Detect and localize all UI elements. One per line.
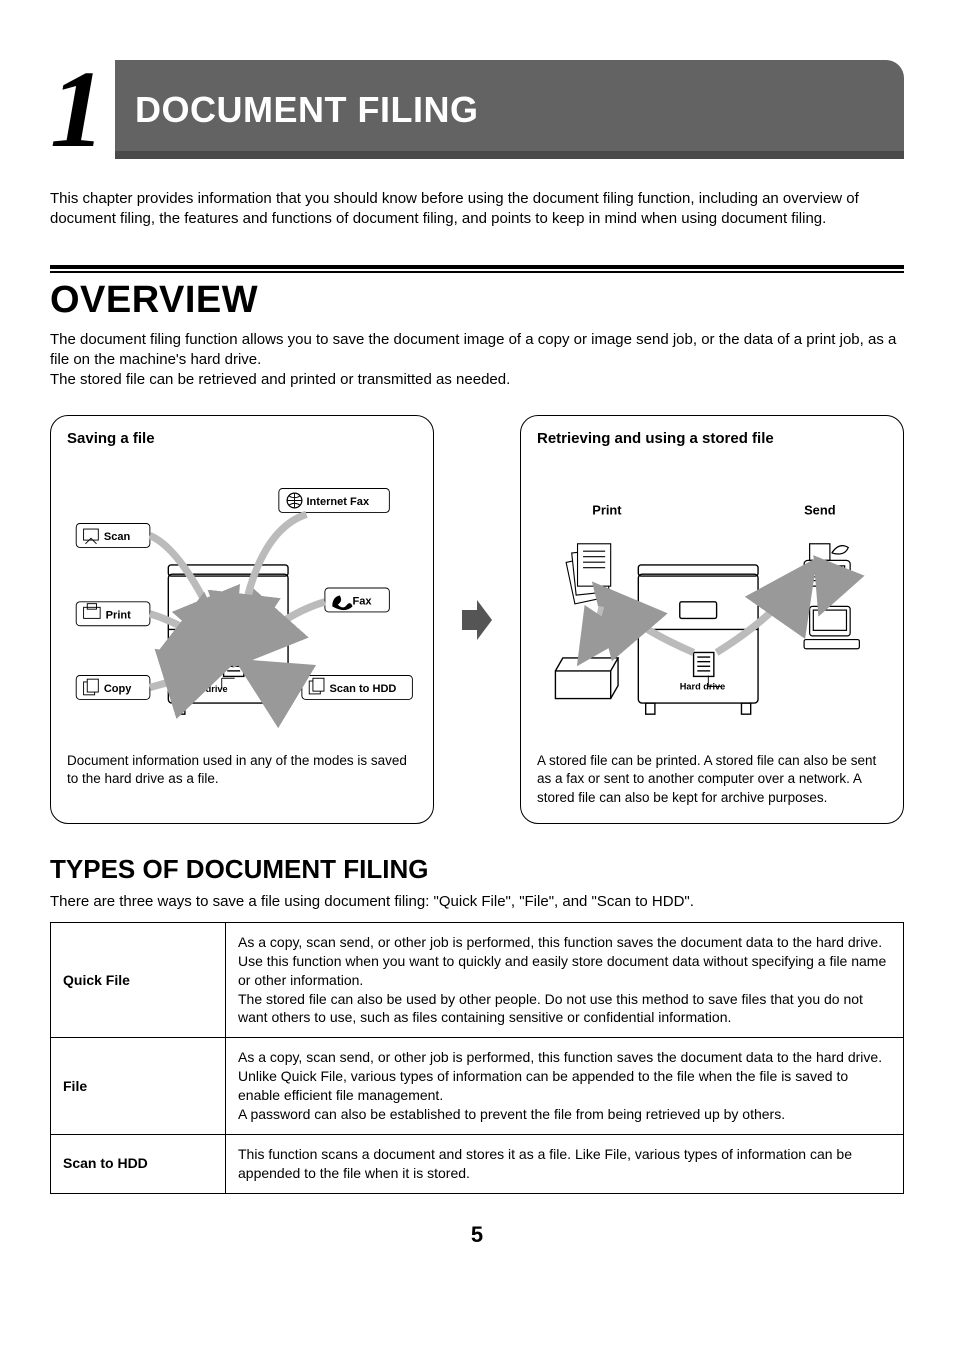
type-label: Quick File — [51, 922, 226, 1037]
type-desc: As a copy, scan send, or other job is pe… — [226, 922, 904, 1037]
chapter-title-bar: DOCUMENT FILING — [115, 60, 904, 159]
overview-title: OVERVIEW — [50, 279, 904, 322]
retrieving-diagram-box: Retrieving and using a stored file Print… — [520, 415, 904, 824]
fax-label: Fax — [353, 596, 373, 608]
scan-label: Scan — [104, 531, 131, 543]
scan-to-hdd-label: Scan to HDD — [330, 683, 397, 695]
saving-diagram-box: Saving a file H — [50, 415, 434, 824]
diagrams-row: Saving a file H — [50, 415, 904, 824]
type-desc: This function scans a document and store… — [226, 1134, 904, 1193]
copy-label: Copy — [104, 683, 132, 695]
section-divider — [50, 265, 904, 273]
table-row: File As a copy, scan send, or other job … — [51, 1038, 904, 1135]
type-label: File — [51, 1038, 226, 1135]
type-label: Scan to HDD — [51, 1134, 226, 1193]
chapter-number-box: 1 — [50, 60, 115, 159]
saving-diagram-illustration: Hard drive Internet Fax Scan — [67, 457, 417, 742]
hard-drive-label: Hard drive — [182, 684, 228, 694]
types-intro: There are three ways to save a file usin… — [50, 893, 904, 910]
table-row: Quick File As a copy, scan send, or othe… — [51, 922, 904, 1037]
chapter-number: 1 — [50, 48, 105, 170]
retrieving-diagram-illustration: Print Send Hard drive — [537, 457, 887, 742]
table-row: Scan to HDD This function scans a docume… — [51, 1134, 904, 1193]
saving-diagram-caption: Document information used in any of the … — [67, 752, 417, 788]
chapter-intro-text: This chapter provides information that y… — [50, 189, 904, 230]
overview-text: The document filing function allows you … — [50, 330, 904, 391]
saving-diagram-title: Saving a file — [67, 430, 417, 447]
retr-send-label: Send — [804, 503, 836, 518]
types-table: Quick File As a copy, scan send, or othe… — [50, 922, 904, 1194]
types-title: TYPES OF DOCUMENT FILING — [50, 854, 904, 885]
retrieving-diagram-title: Retrieving and using a stored file — [537, 430, 887, 447]
print-label: Print — [106, 610, 131, 622]
chapter-header: 1 DOCUMENT FILING — [50, 60, 904, 159]
chapter-title: DOCUMENT FILING — [135, 89, 478, 131]
page-number: 5 — [50, 1222, 904, 1248]
flow-arrow-icon — [462, 415, 492, 824]
internet-fax-label: Internet Fax — [306, 496, 369, 508]
type-desc: As a copy, scan send, or other job is pe… — [226, 1038, 904, 1135]
retrieving-diagram-caption: A stored file can be printed. A stored f… — [537, 752, 887, 807]
retr-print-label: Print — [592, 503, 622, 518]
